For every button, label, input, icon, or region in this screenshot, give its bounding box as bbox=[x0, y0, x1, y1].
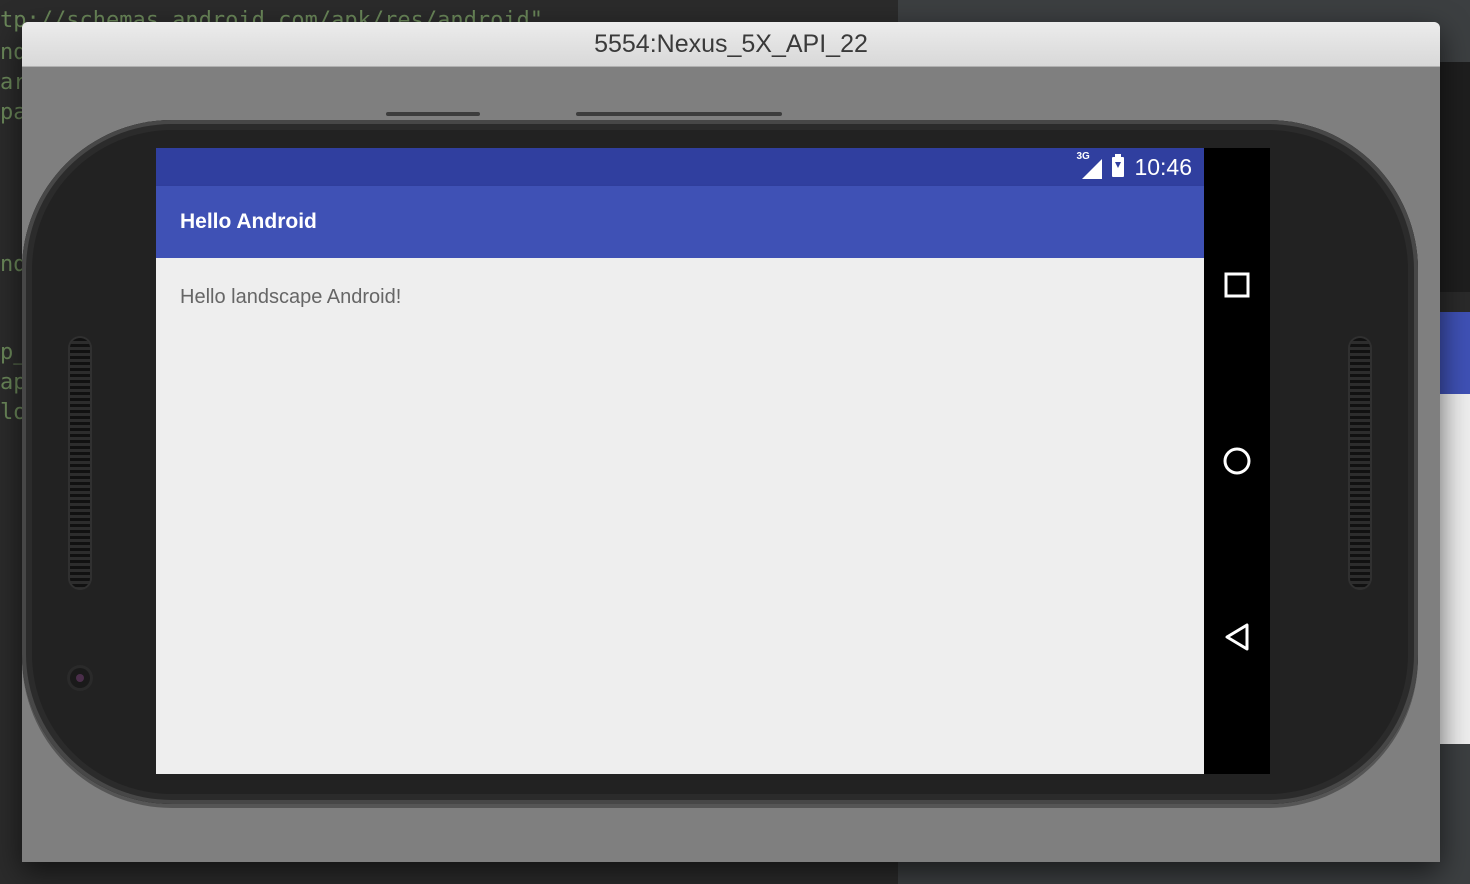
phone-frame: 3G 10:46 Hello Android Hello landscape A… bbox=[22, 120, 1418, 804]
back-button[interactable] bbox=[1222, 622, 1252, 652]
home-button[interactable] bbox=[1222, 446, 1252, 476]
volume-button[interactable] bbox=[576, 112, 782, 116]
back-triangle-icon bbox=[1225, 623, 1249, 651]
window-title-bar[interactable]: 5554:Nexus_5X_API_22 bbox=[22, 22, 1440, 67]
app-content: Hello landscape Android! bbox=[156, 258, 1204, 774]
battery-charging-icon bbox=[1112, 154, 1125, 177]
home-circle-icon bbox=[1223, 447, 1251, 475]
app-bar: Hello Android bbox=[156, 186, 1204, 258]
recents-button[interactable] bbox=[1222, 270, 1252, 300]
emulator-window: 5554:Nexus_5X_API_22 3G 10:46 Hello Andr… bbox=[22, 22, 1440, 862]
app-title: Hello Android bbox=[180, 210, 317, 233]
left-speaker bbox=[70, 338, 90, 588]
status-bar: 3G 10:46 bbox=[156, 148, 1204, 186]
phone-screen[interactable]: 3G 10:46 Hello Android Hello landscape A… bbox=[156, 148, 1270, 774]
window-title: 5554:Nexus_5X_API_22 bbox=[594, 29, 868, 58]
recents-square-icon bbox=[1224, 272, 1250, 298]
signal-icon: 3G bbox=[1076, 151, 1103, 179]
navigation-bar bbox=[1204, 148, 1270, 774]
power-button[interactable] bbox=[386, 112, 480, 116]
status-time: 10:46 bbox=[1134, 153, 1192, 180]
hello-text: Hello landscape Android! bbox=[180, 286, 402, 308]
ide-preview-panel bbox=[1440, 62, 1470, 744]
front-camera bbox=[70, 668, 90, 688]
right-speaker bbox=[1350, 338, 1370, 588]
